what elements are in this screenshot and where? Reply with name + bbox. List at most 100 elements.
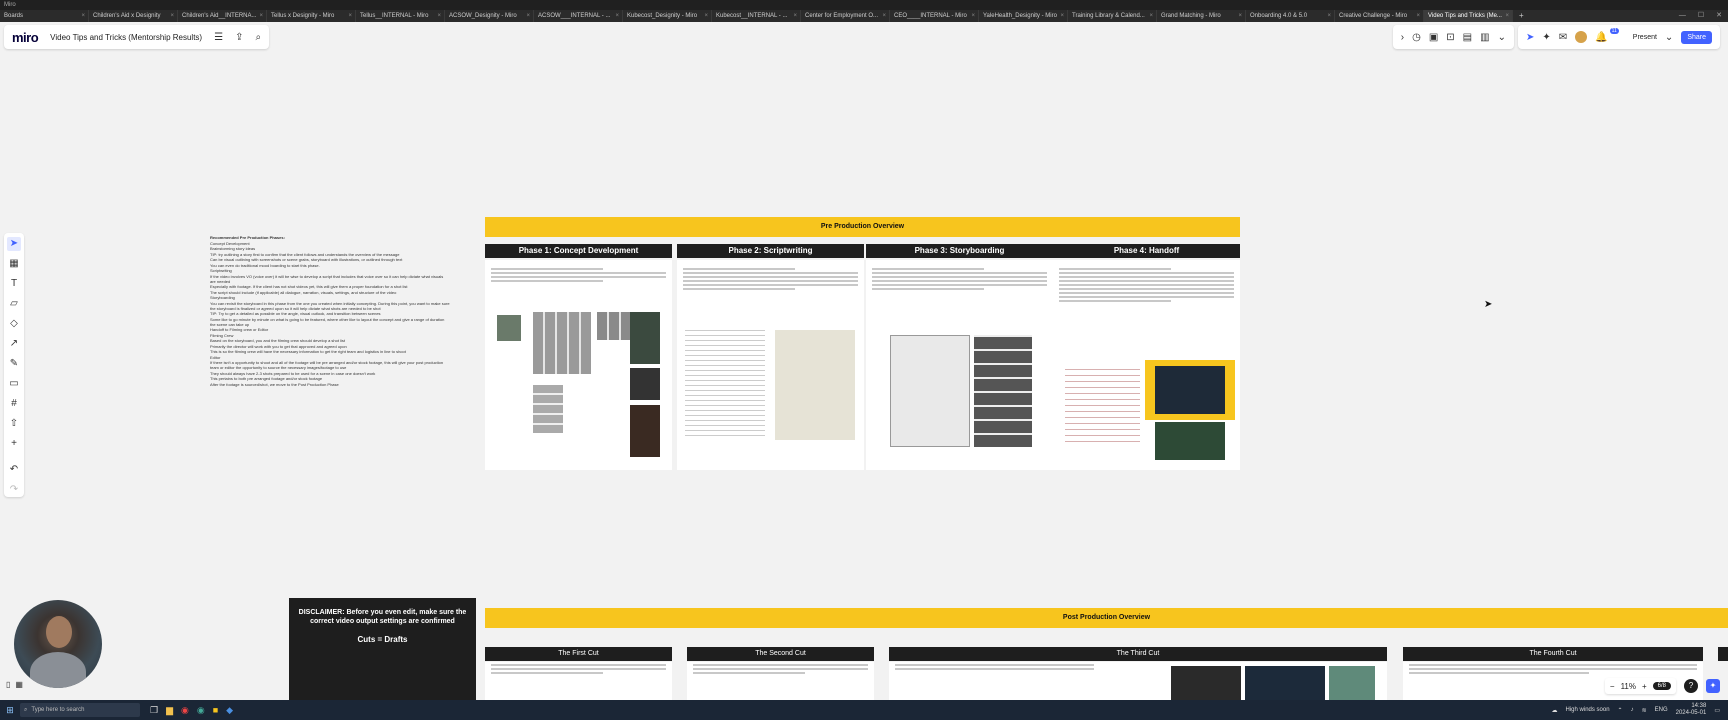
- tray-chevron-icon[interactable]: ⌃: [1618, 707, 1623, 714]
- close-window-icon[interactable]: ✕: [1716, 10, 1722, 22]
- close-tab-icon[interactable]: ×: [615, 10, 619, 22]
- help-button[interactable]: ?: [1684, 679, 1698, 693]
- text-line: [872, 276, 1047, 278]
- document-icon[interactable]: ▥: [1480, 32, 1489, 43]
- present-button[interactable]: Present: [1633, 34, 1657, 41]
- close-tab-icon[interactable]: ×: [1238, 10, 1242, 22]
- browser-tab[interactable]: Kubecost_Designity - Miro ×: [623, 10, 712, 22]
- browser-tabstrip: Boards × Children's Aid x Designity × Childr…: [0, 10, 1728, 22]
- text-line: [693, 672, 806, 674]
- more-chevron-icon[interactable]: ⌄: [1498, 32, 1506, 43]
- weather-text[interactable]: High winds soon: [1566, 707, 1610, 713]
- text-line: [872, 268, 985, 270]
- notes-icon[interactable]: ▤: [1463, 32, 1472, 43]
- voting-icon[interactable]: ▣: [1429, 32, 1438, 43]
- close-tab-icon[interactable]: ×: [259, 10, 263, 22]
- browser-tab[interactable]: Kubecost__INTERNAL - ... ×: [712, 10, 801, 22]
- board-canvas[interactable]: Recommended Pre Production Phases: Conce…: [0, 50, 1728, 700]
- mic-icon[interactable]: ♪: [1631, 707, 1634, 713]
- close-tab-icon[interactable]: ×: [882, 10, 886, 22]
- notes-line: You can revisit the storyboard in this p…: [210, 300, 450, 311]
- share-button[interactable]: Share: [1681, 30, 1712, 44]
- pre-production-banner: Pre Production Overview: [485, 217, 1240, 237]
- timer-icon[interactable]: ◷: [1412, 32, 1421, 43]
- cursor-icon[interactable]: ➤: [1526, 32, 1534, 43]
- third-cut-card[interactable]: [889, 662, 1387, 700]
- close-tab-icon[interactable]: ×: [1149, 10, 1153, 22]
- grid-icon[interactable]: ▦: [15, 680, 23, 689]
- browser-tab[interactable]: Children's Aid__INTERNA... ×: [178, 10, 267, 22]
- search-icon[interactable]: ⌕: [255, 32, 261, 43]
- minimize-icon[interactable]: —: [1679, 10, 1686, 22]
- phase-4-card[interactable]: [1053, 260, 1240, 470]
- miro-app-icon[interactable]: ■: [213, 705, 218, 716]
- close-tab-icon[interactable]: ×: [1327, 10, 1331, 22]
- browser-tab[interactable]: Children's Aid x Designity ×: [89, 10, 178, 22]
- browser-tab[interactable]: ACSOW___INTERNAL - ... ×: [534, 10, 623, 22]
- comment-icon[interactable]: ✉: [1559, 32, 1567, 43]
- phase-2-card[interactable]: [677, 260, 864, 470]
- maximize-icon[interactable]: ☐: [1698, 10, 1704, 22]
- close-tab-icon[interactable]: ×: [348, 10, 352, 22]
- present-chevron-icon[interactable]: ⌄: [1665, 32, 1673, 43]
- browser-tab[interactable]: CEO____INTERNAL - Miro ×: [890, 10, 979, 22]
- browser-tab[interactable]: Creative Challenge - Miro ×: [1335, 10, 1424, 22]
- assistant-icon[interactable]: ✦: [1706, 679, 1720, 693]
- close-tab-icon[interactable]: ×: [1505, 10, 1509, 22]
- wifi-icon[interactable]: ≋: [1642, 707, 1647, 714]
- close-tab-icon[interactable]: ×: [1416, 10, 1420, 22]
- browser-tab[interactable]: ACSOW_Designity - Miro ×: [445, 10, 534, 22]
- clock[interactable]: 14:38 2024-05-01: [1676, 703, 1707, 717]
- miro-logo[interactable]: miro: [12, 30, 39, 45]
- browser-tab[interactable]: Grand Matching - Miro ×: [1157, 10, 1246, 22]
- second-cut-card[interactable]: [687, 662, 874, 700]
- close-tab-icon[interactable]: ×: [793, 10, 797, 22]
- zoom-level[interactable]: 11%: [1621, 682, 1636, 691]
- browser-tab[interactable]: YaleHealth_Designity - Miro ×: [979, 10, 1068, 22]
- celebrate-icon[interactable]: ✦: [1542, 32, 1550, 43]
- notification-icon[interactable]: 🔔: [1595, 32, 1607, 43]
- close-tab-icon[interactable]: ×: [437, 10, 441, 22]
- weather-icon[interactable]: ☁: [1552, 707, 1558, 714]
- language-indicator[interactable]: ENG: [1655, 707, 1668, 713]
- close-tab-icon[interactable]: ×: [81, 10, 85, 22]
- focus-icon[interactable]: ⊡: [1446, 32, 1454, 43]
- zoom-out-icon[interactable]: −: [1610, 682, 1615, 691]
- export-icon[interactable]: ⇪: [235, 32, 243, 43]
- close-tab-icon[interactable]: ×: [704, 10, 708, 22]
- close-tab-icon[interactable]: ×: [526, 10, 530, 22]
- chrome-profile-icon[interactable]: ◉: [197, 705, 205, 716]
- file-explorer-icon[interactable]: ▆: [166, 705, 173, 716]
- phase-1-card[interactable]: [485, 260, 672, 470]
- close-tab-icon[interactable]: ×: [971, 10, 975, 22]
- browser-tab[interactable]: Center for Employment O... ×: [801, 10, 890, 22]
- close-tab-icon[interactable]: ×: [170, 10, 174, 22]
- menu-icon[interactable]: ☰: [214, 32, 223, 43]
- task-view-icon[interactable]: ❐: [150, 705, 158, 716]
- browser-tab[interactable]: Tellus__INTERNAL - Miro ×: [356, 10, 445, 22]
- notifications-icon[interactable]: ▭: [1714, 707, 1720, 714]
- first-cut-card[interactable]: [485, 662, 672, 700]
- chrome-icon[interactable]: ◉: [181, 705, 189, 716]
- browser-tab[interactable]: Onboarding 4.0 & 5.0 ×: [1246, 10, 1335, 22]
- app-icon[interactable]: ◆: [226, 705, 233, 716]
- chevron-right-icon[interactable]: ›: [1401, 32, 1404, 43]
- webcam-face: [46, 616, 72, 648]
- browser-tab[interactable]: Tellus x Designity - Miro ×: [267, 10, 356, 22]
- board-title[interactable]: Video Tips and Tricks (Mentorship Result…: [50, 33, 202, 42]
- browser-tab[interactable]: Video Tips and Tricks (Me... ×: [1424, 10, 1513, 22]
- close-tab-icon[interactable]: ×: [1060, 10, 1064, 22]
- disclaimer-card[interactable]: DISCLAIMER: Before you even edit, make s…: [289, 598, 476, 700]
- notification-badge: 11: [1609, 28, 1619, 34]
- frames-counter[interactable]: 6/8: [1652, 682, 1671, 690]
- phase-3-card[interactable]: [866, 260, 1053, 470]
- browser-tab[interactable]: Training Library & Calend... ×: [1068, 10, 1157, 22]
- text-line: [1409, 664, 1697, 666]
- zoom-in-icon[interactable]: +: [1642, 682, 1647, 691]
- new-tab-icon[interactable]: +: [1513, 10, 1530, 22]
- browser-tab[interactable]: Boards ×: [0, 10, 89, 22]
- taskbar-search-input[interactable]: ⌕ Type here to search: [20, 703, 140, 717]
- panel-icon[interactable]: ▯: [6, 680, 10, 689]
- windows-start-icon[interactable]: ⊞: [0, 705, 20, 716]
- avatar[interactable]: [1575, 31, 1588, 43]
